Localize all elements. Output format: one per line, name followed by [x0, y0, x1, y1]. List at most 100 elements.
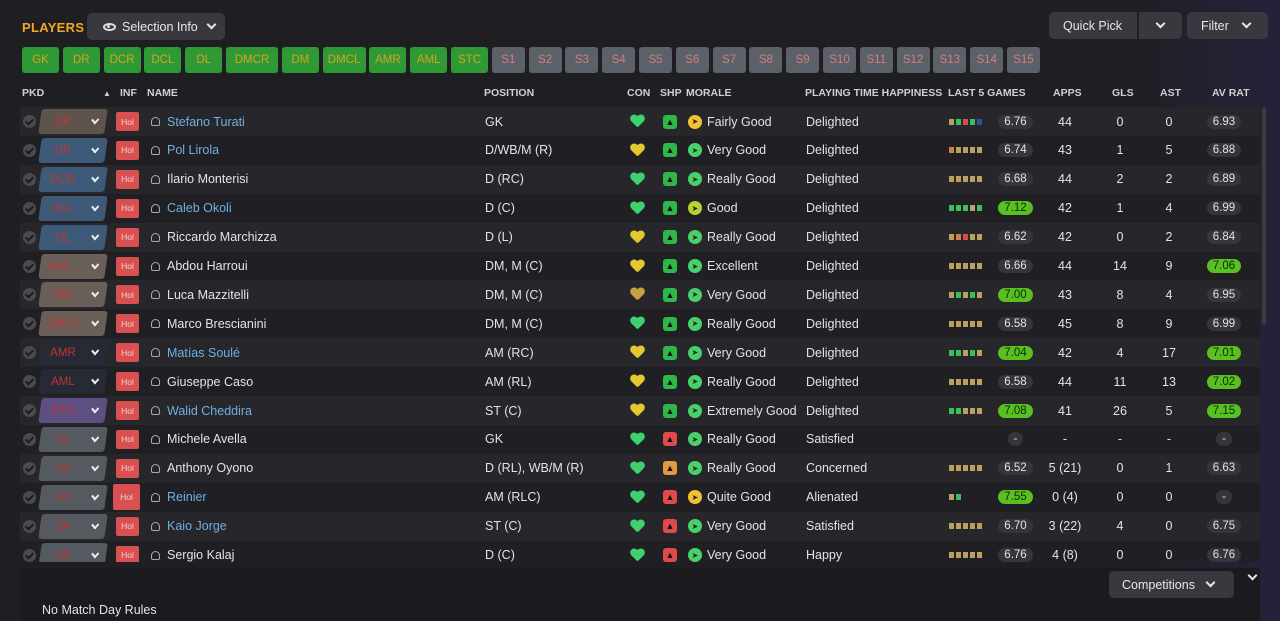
slot-chip-s2[interactable]: S2 [528, 47, 562, 73]
filter-button[interactable]: Filter [1187, 12, 1268, 39]
col-playing-time-happiness[interactable]: PLAYING TIME HAPPINESS [805, 87, 942, 101]
player-name-cell[interactable]: Pol Lirola [151, 136, 219, 165]
check-icon[interactable] [23, 375, 36, 389]
check-icon[interactable] [23, 115, 36, 128]
position-select[interactable]: DL [38, 224, 108, 250]
player-name-cell[interactable]: Caleb Okoli [151, 194, 232, 223]
player-name[interactable]: Pol Lirola [167, 143, 219, 157]
player-name-cell[interactable]: Stefano Turati [151, 107, 245, 136]
quick-pick-dropdown-button[interactable] [1139, 12, 1182, 39]
check-icon[interactable] [23, 259, 36, 273]
player-name-cell[interactable]: Abdou Harroui [151, 252, 248, 281]
player-name-cell[interactable]: Luca Mazzitelli [151, 280, 249, 309]
position-select[interactable]: STC [38, 398, 108, 423]
slot-chip-dr[interactable]: DR [62, 47, 100, 73]
position-select[interactable]: S2 [38, 455, 108, 481]
col-gls[interactable]: GLS [1112, 87, 1134, 101]
position-select[interactable]: S3 [38, 484, 108, 510]
slot-chip-amr[interactable]: AMR [369, 47, 407, 73]
player-name[interactable]: Ilario Monterisi [167, 172, 248, 186]
slot-chip-dmcr[interactable]: DMCR [226, 47, 278, 73]
col-con[interactable]: CON [627, 87, 650, 101]
table-row[interactable]: DM Hol Luca Mazzitelli DM, M (C) ▲ ➤ Very Good… [20, 280, 1260, 310]
check-icon[interactable] [23, 172, 36, 186]
player-name-cell[interactable]: Marco Brescianini [151, 309, 266, 338]
slot-chip-s12[interactable]: S12 [896, 47, 930, 73]
table-row[interactable]: AML Hol Giuseppe Caso AM (RL) ▲ ➤ Really Good D… [20, 367, 1260, 397]
position-select[interactable]: S1 [38, 426, 108, 452]
slot-chip-aml[interactable]: AML [410, 47, 448, 73]
check-icon[interactable] [23, 548, 36, 562]
slot-chip-stc[interactable]: STC [451, 47, 488, 73]
slot-chip-s9[interactable]: S9 [786, 47, 820, 73]
check-icon[interactable] [23, 317, 36, 331]
slot-chip-s4[interactable]: S4 [602, 47, 636, 73]
check-icon[interactable] [23, 461, 36, 475]
slot-chip-s5[interactable]: S5 [639, 47, 672, 73]
col-ast[interactable]: AST [1160, 87, 1181, 101]
collapse-footer-button[interactable] [1245, 570, 1259, 590]
slot-chip-dmcl[interactable]: DMCL [322, 47, 366, 73]
selection-info-button[interactable]: Selection Info [87, 13, 225, 40]
position-select[interactable]: DM [38, 282, 108, 308]
position-select[interactable]: DCR [38, 166, 108, 192]
player-name-cell[interactable]: Ilario Monterisi [151, 165, 248, 194]
player-name-cell[interactable]: Matías Soulé [151, 338, 240, 367]
player-name[interactable]: Stefano Turati [167, 115, 245, 129]
table-row[interactable]: DR Hol Pol Lirola D/WB/M (R) ▲ ➤ Very Good Deli… [20, 135, 1260, 165]
position-select[interactable]: S5 [38, 542, 108, 562]
check-icon[interactable] [23, 143, 36, 157]
player-name[interactable]: Reinier [167, 490, 207, 504]
player-name[interactable]: Michele Avella [167, 432, 247, 446]
table-row[interactable]: S4 Hol Kaio Jorge ST (C) ▲ ➤ Very Good Satisfie… [20, 511, 1260, 541]
position-select[interactable]: AML [38, 369, 108, 395]
table-row[interactable]: DMCL Hol Marco Brescianini DM, M (C) ▲ ➤ Reall… [20, 309, 1260, 339]
slot-chip-dm[interactable]: DM [281, 47, 319, 73]
player-name[interactable]: Riccardo Marchizza [167, 230, 277, 244]
slot-chip-gk[interactable]: GK [22, 47, 59, 73]
col-name[interactable]: NAME [147, 87, 178, 101]
player-name-cell[interactable]: Sergio Kalaj [151, 541, 234, 562]
position-select[interactable]: DCL [38, 195, 108, 221]
check-icon[interactable] [23, 288, 36, 302]
player-name[interactable]: Sergio Kalaj [167, 548, 234, 562]
table-row[interactable]: DCR Hol Ilario Monterisi D (RC) ▲ ➤ Really Goo… [20, 164, 1260, 194]
check-icon[interactable] [23, 490, 36, 504]
player-name[interactable]: Walid Cheddira [167, 404, 252, 418]
slot-chip-s7[interactable]: S7 [712, 47, 746, 73]
player-name[interactable]: Anthony Oyono [167, 461, 253, 475]
col-shp[interactable]: SHP [660, 87, 682, 101]
col-apps[interactable]: APPS [1053, 87, 1082, 101]
check-icon[interactable] [23, 432, 36, 446]
col-inf[interactable]: INF [120, 87, 137, 101]
col-pkd[interactable]: PKD [22, 87, 44, 101]
player-name-cell[interactable]: Walid Cheddira [151, 396, 252, 425]
competitions-button[interactable]: Competitions [1109, 571, 1234, 598]
quick-pick-button[interactable]: Quick Pick [1049, 12, 1137, 39]
slot-chip-s6[interactable]: S6 [675, 47, 709, 73]
col-av-rat[interactable]: AV RAT [1212, 87, 1250, 101]
player-name-cell[interactable]: Giuseppe Caso [151, 367, 253, 396]
table-row[interactable]: DL Hol Riccardo Marchizza D (L) ▲ ➤ Really Goo… [20, 222, 1260, 252]
player-name-cell[interactable]: Reinier [151, 483, 207, 512]
slot-chip-s15[interactable]: S15 [1007, 47, 1040, 73]
col-morale[interactable]: MORALE [686, 87, 732, 101]
player-name-cell[interactable]: Michele Avella [151, 425, 247, 454]
table-row[interactable]: S1 Hol Michele Avella GK ▲ ➤ Really Good Satisf… [20, 424, 1260, 454]
col-position[interactable]: POSITION [484, 87, 534, 101]
col-last-5-games[interactable]: LAST 5 GAMES [948, 87, 1026, 101]
player-name[interactable]: Luca Mazzitelli [167, 288, 249, 302]
slot-chip-s1[interactable]: S1 [491, 47, 525, 73]
position-select[interactable]: AMR [38, 340, 108, 366]
player-name[interactable]: Kaio Jorge [167, 519, 227, 533]
slot-chip-s13[interactable]: S13 [933, 47, 967, 73]
sort-up-icon[interactable]: ▲ [103, 89, 111, 103]
player-name[interactable]: Abdou Harroui [167, 259, 248, 273]
table-row[interactable]: S2 Hol Anthony Oyono D (RL), WB/M (R) ▲ ➤ Real… [20, 453, 1260, 483]
slot-chip-s14[interactable]: S14 [970, 47, 1004, 73]
slot-chip-dl[interactable]: DL [185, 47, 223, 73]
position-select[interactable]: S4 [38, 513, 108, 539]
check-icon[interactable] [23, 404, 36, 417]
player-name[interactable]: Giuseppe Caso [167, 375, 253, 389]
player-name-cell[interactable]: Kaio Jorge [151, 512, 227, 541]
